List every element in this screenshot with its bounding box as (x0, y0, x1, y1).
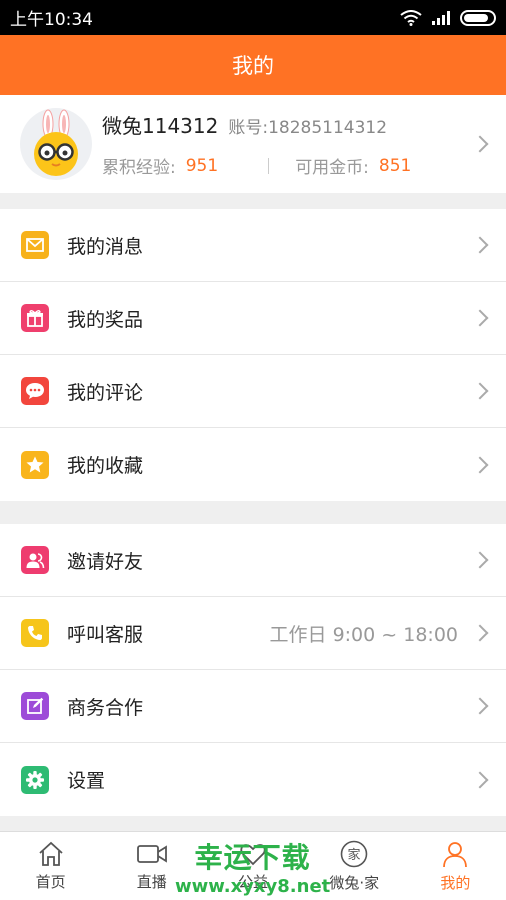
menu-item-label: 呼叫客服 (67, 623, 144, 646)
tab-label: 公益 (238, 872, 269, 891)
menu-item-messages[interactable]: 我的消息 (0, 209, 506, 282)
stats-divider (268, 157, 270, 174)
menu-item-label: 设置 (67, 770, 106, 792)
menu-item-prizes[interactable]: 我的奖品 (0, 282, 506, 355)
tab-mine[interactable]: 我的 (405, 832, 506, 900)
chevron-right-icon (471, 382, 489, 400)
title-bar: 我的 (0, 35, 506, 95)
status-bar: 上午10:34 (0, 0, 506, 35)
invite-icon (21, 546, 49, 574)
home-icon (38, 841, 63, 866)
menu-item-label: 邀请好友 (67, 550, 144, 573)
coins-label: 可用金币: (295, 158, 369, 178)
battery-icon (460, 9, 496, 26)
menu-item-label: 我的消息 (67, 235, 144, 258)
coins-value: 851 (378, 155, 412, 176)
page-title: 我的 (232, 54, 274, 78)
service-hours: 工作日 9:00 ~ 18:00 (269, 623, 458, 646)
status-time: 上午10:34 (10, 10, 93, 30)
charity-icon (240, 843, 266, 865)
gift-icon (21, 304, 49, 332)
svg-text:家: 家 (348, 847, 361, 863)
tab-charity[interactable]: 公益 (202, 832, 303, 900)
tab-label: 直播 (136, 872, 167, 891)
star-icon (21, 450, 49, 479)
chevron-right-icon (471, 697, 489, 715)
chevron-right-icon (471, 624, 489, 642)
menu-item-customer-service[interactable]: 呼叫客服 工作日 9:00 ~ 18:00 (0, 597, 506, 670)
gear-icon (21, 765, 49, 794)
person-icon (443, 841, 468, 867)
exp-label: 累积经验: (102, 158, 176, 178)
profile-card[interactable]: 微兔114312 账号:18285114312 累积经验: 951 可用金币: … (0, 95, 506, 193)
tab-label: 我的 (440, 873, 471, 892)
menu-group-service: 邀请好友 呼叫客服 工作日 9:00 ~ 18:00 商务合作 设置 (0, 524, 506, 816)
tab-live[interactable]: 直播 (101, 832, 202, 900)
signal-icon (432, 10, 450, 25)
menu-item-label: 商务合作 (67, 696, 144, 719)
menu-item-label: 我的奖品 (67, 308, 144, 331)
menu-item-label: 我的评论 (67, 381, 144, 404)
menu-group-personal: 我的消息 我的奖品 我的评论 我的收藏 (0, 209, 506, 501)
home-circle-icon: 家 (340, 840, 368, 867)
menu-item-comments[interactable]: 我的评论 (0, 355, 506, 428)
wifi-icon (400, 9, 422, 26)
chevron-right-icon (471, 771, 489, 788)
tab-home[interactable]: 首页 (0, 832, 101, 900)
avatar[interactable] (20, 108, 92, 180)
menu-item-label: 我的收藏 (67, 455, 144, 477)
tab-label: 微兔·家 (329, 873, 380, 892)
tab-label: 首页 (35, 872, 66, 891)
edit-icon (21, 692, 49, 720)
video-icon (136, 844, 167, 863)
exp-value: 951 (185, 155, 219, 176)
account-number: 账号:18285114312 (228, 118, 388, 138)
menu-item-invite-friends[interactable]: 邀请好友 (0, 524, 506, 597)
menu-item-favorites[interactable]: 我的收藏 (0, 428, 506, 501)
user-name: 微兔114312 (102, 114, 219, 138)
comment-icon (21, 377, 49, 405)
bottom-tab-bar: 首页 直播 公益 家 微兔·家 我的 (0, 831, 506, 900)
chevron-right-icon (471, 551, 489, 569)
mail-icon (21, 231, 49, 259)
chevron-right-icon (471, 456, 489, 473)
chevron-right-icon (471, 236, 489, 254)
menu-item-business[interactable]: 商务合作 (0, 670, 506, 743)
chevron-right-icon (471, 135, 489, 153)
phone-icon (21, 619, 49, 647)
menu-item-settings[interactable]: 设置 (0, 743, 506, 816)
tab-weitu-home[interactable]: 家 微兔·家 (304, 832, 405, 900)
chevron-right-icon (471, 309, 489, 327)
